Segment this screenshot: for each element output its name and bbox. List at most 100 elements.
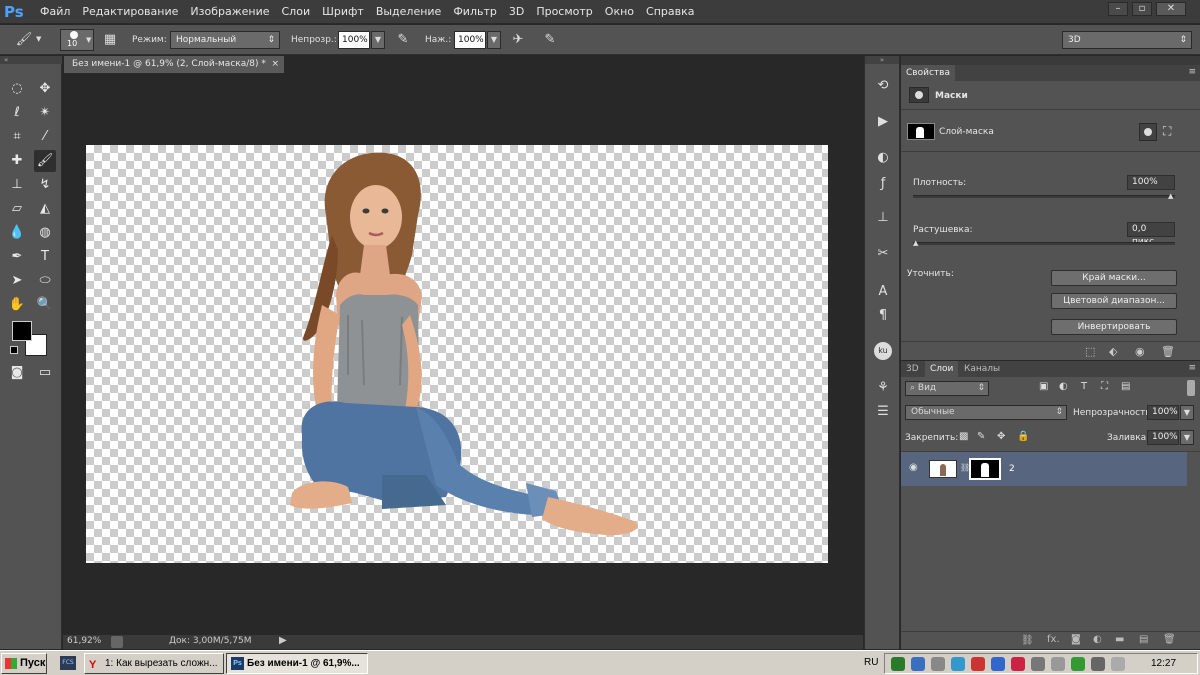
eyedropper-tool-icon[interactable]: ⁄ [34, 126, 56, 148]
monitor-icon[interactable] [1091, 657, 1105, 671]
tab-properties[interactable]: Свойства [901, 65, 955, 81]
zoom-level[interactable]: 61,92% [67, 636, 101, 646]
mode-select[interactable]: Нормальный ⇕ [170, 31, 280, 49]
pressure-dropdown[interactable]: ▼ [487, 31, 501, 49]
density-input[interactable]: 100% [1127, 175, 1175, 190]
blend-mode-select[interactable]: Обычные ⇕ [905, 405, 1067, 420]
history-brush-tool-icon[interactable]: ↯ [34, 174, 56, 196]
sponge-tool-icon[interactable]: ◍ [34, 222, 56, 244]
tab-layers[interactable]: Слои [925, 361, 959, 377]
fx-icon[interactable]: fx. [1047, 634, 1060, 645]
crop-tool-icon[interactable]: ⌗ [6, 126, 28, 148]
quick-mask-icon[interactable]: ◙ [6, 362, 28, 384]
healing-brush-tool-icon[interactable]: ✚ [6, 150, 28, 172]
add-mask-icon[interactable]: ◙ [1071, 634, 1081, 645]
filter-smart-object-icon[interactable]: ▤ [1121, 381, 1130, 392]
apply-mask-icon[interactable]: ⬖ [1109, 345, 1117, 358]
tab-3d[interactable]: 3D [901, 361, 924, 377]
maximize-button[interactable]: ▫ [1132, 2, 1152, 16]
menu-select[interactable]: Выделение [370, 0, 448, 24]
status-arrow-icon[interactable]: ▶ [279, 635, 287, 646]
fill-input[interactable]: 100% [1147, 430, 1179, 445]
clone-source-icon[interactable]: ⚘ [873, 378, 893, 398]
feather-input[interactable]: 0,0 пикс. [1127, 222, 1175, 247]
menu-layers[interactable]: Слои [276, 0, 317, 24]
network-icon[interactable] [931, 657, 945, 671]
menu-file[interactable]: Файл [34, 0, 76, 24]
toolbox-collapse[interactable]: « [0, 56, 62, 64]
delete-mask-icon[interactable]: 🗑 [1161, 345, 1175, 358]
panel-menu-icon[interactable]: ≡ [1188, 67, 1196, 77]
history-icon[interactable]: ⟲ [873, 76, 893, 96]
brush-panel-icon[interactable]: ▦ [100, 30, 120, 50]
magic-wand-tool-icon[interactable]: ✴ [34, 102, 56, 124]
quicklaunch-photoshop-icon[interactable]: FCS [60, 656, 76, 670]
link-layers-icon[interactable]: ⛓ [1021, 635, 1034, 646]
foreground-color-swatch[interactable] [12, 321, 32, 341]
brush-presets-icon[interactable]: ✂ [873, 244, 893, 264]
feather-slider[interactable]: ▲ [913, 239, 1175, 247]
panel-menu-icon[interactable]: ≡ [1188, 363, 1196, 373]
strip-collapse[interactable]: » [865, 56, 899, 64]
menu-3d[interactable]: 3D [503, 0, 530, 24]
filter-adjustment-icon[interactable]: ◐ [1059, 381, 1068, 392]
fill-dropdown[interactable]: ▼ [1180, 430, 1194, 445]
menu-image[interactable]: Изображение [184, 0, 275, 24]
taskbar-item-photoshop[interactable]: Ps Без имени-1 @ 61,9%... [226, 653, 368, 674]
layer-opacity-dropdown[interactable]: ▼ [1180, 405, 1194, 420]
filter-shape-icon[interactable]: ⛶ [1101, 381, 1108, 392]
canvas[interactable] [86, 145, 828, 563]
ellipse-tool-icon[interactable]: ⬭ [34, 270, 56, 292]
default-colors-icon[interactable] [10, 346, 18, 354]
path-selection-tool-icon[interactable]: ➤ [6, 270, 28, 292]
skype-icon[interactable] [951, 657, 965, 671]
taskbar-item-browser[interactable]: Y 1: Как вырезать сложн... [84, 653, 224, 674]
timeline-icon[interactable]: ☰ [873, 402, 893, 422]
feather-slider-handle[interactable]: ▲ [913, 239, 918, 247]
sync-icon[interactable] [1071, 657, 1085, 671]
menu-help[interactable]: Справка [640, 0, 700, 24]
blur-tool-icon[interactable]: 💧 [6, 222, 28, 244]
invert-button[interactable]: Инвертировать [1051, 319, 1177, 335]
zoom-tool-icon[interactable]: 🔍 [34, 294, 56, 316]
filter-toggle-switch[interactable] [1187, 380, 1195, 396]
pixel-mask-button[interactable] [1139, 123, 1157, 141]
close-tab-icon[interactable]: × [271, 56, 279, 73]
density-slider-handle[interactable]: ▲ [1168, 192, 1173, 200]
character-icon[interactable]: A [873, 282, 893, 302]
new-layer-icon[interactable]: ▤ [1139, 634, 1148, 645]
pressure-input[interactable]: 100% [454, 31, 486, 49]
bluetooth-icon[interactable] [911, 657, 925, 671]
lock-transparency-icon[interactable]: ▩ [959, 431, 968, 442]
brush-size-picker[interactable]: 10 ▼ [60, 29, 94, 51]
usb-icon[interactable] [1051, 657, 1065, 671]
nvidia-icon[interactable] [891, 657, 905, 671]
status-menu-icon[interactable] [111, 636, 123, 648]
delete-layer-icon[interactable]: 🗑 [1163, 634, 1176, 645]
hand-tool-icon[interactable]: ✋ [6, 294, 28, 316]
adjustments-icon[interactable]: ◐ [873, 148, 893, 168]
actions-icon[interactable]: ▶ [873, 112, 893, 132]
type-tool-icon[interactable]: T [34, 246, 56, 268]
volume-icon[interactable] [1111, 657, 1125, 671]
mask-edge-button[interactable]: Край маски... [1051, 270, 1177, 286]
lock-image-icon[interactable]: ✎ [977, 431, 985, 442]
filter-pixel-icon[interactable]: ▣ [1039, 381, 1048, 392]
lock-all-icon[interactable]: 🔒 [1017, 431, 1029, 442]
brush-tool-preset-icon[interactable]: 🖌 [14, 30, 34, 50]
pen-tool-icon[interactable]: ✒ [6, 246, 28, 268]
workspace-select[interactable]: 3D ⇕ [1062, 31, 1192, 49]
eye-icon[interactable]: ◉ [909, 462, 918, 473]
lasso-tool-icon[interactable]: ℓ [6, 102, 28, 124]
airbrush-icon[interactable]: ✈ [508, 30, 528, 50]
media-icon[interactable] [1011, 657, 1025, 671]
paragraph-icon[interactable]: ¶ [873, 306, 893, 326]
color-range-button[interactable]: Цветовой диапазон... [1051, 293, 1177, 309]
tab-channels[interactable]: Каналы [959, 361, 1005, 377]
tablet-opacity-icon[interactable]: ✎ [393, 30, 413, 50]
layer-opacity-input[interactable]: 100% [1147, 405, 1179, 420]
screen-mode-icon[interactable]: ▭ [34, 362, 56, 384]
keyboard-icon[interactable] [1031, 657, 1045, 671]
tool-presets-icon[interactable]: ⊥ [873, 208, 893, 228]
load-selection-icon[interactable]: ⬚ [1085, 345, 1095, 358]
